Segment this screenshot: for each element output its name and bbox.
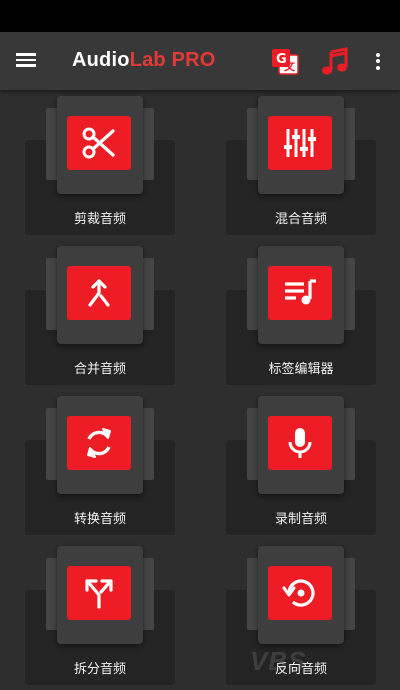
- tile-side: [343, 258, 355, 330]
- app-title: AudioLab PRO: [72, 49, 216, 72]
- tile-side: [142, 108, 154, 180]
- tile-side: [343, 408, 355, 480]
- tile-side: [343, 558, 355, 630]
- tool-tag-editor[interactable]: 标签编辑器: [201, 240, 400, 390]
- tools-grid: 剪裁音频 混合音频 合并音频 标签编辑器 转换音频 录制音频 拆分音频 反向音频: [0, 90, 400, 686]
- sync-icon: [67, 416, 131, 470]
- tool-split-audio[interactable]: 拆分音频: [0, 540, 200, 690]
- music-note-icon[interactable]: [321, 47, 349, 77]
- tool-label: 合并音频: [73, 362, 126, 377]
- status-bar: [0, 0, 400, 32]
- tile-side: [142, 408, 154, 480]
- tool-label: 剪裁音频: [73, 212, 126, 227]
- app-title-part2: Lab: [129, 49, 166, 71]
- equalizer-icon: [268, 116, 332, 170]
- tool-mix-audio[interactable]: 混合音频: [201, 90, 400, 240]
- tile-side: [142, 258, 154, 330]
- split-icon: [67, 566, 131, 620]
- app-bar: AudioLab PRO 文 G: [0, 32, 400, 90]
- tool-merge-audio[interactable]: 合并音频: [0, 240, 200, 390]
- svg-text:G: G: [276, 52, 287, 67]
- merge-icon: [67, 266, 131, 320]
- tool-label: 拆分音频: [73, 662, 126, 677]
- menu-icon[interactable]: [14, 50, 38, 72]
- tile-side: [343, 108, 355, 180]
- tool-record-audio[interactable]: 录制音频: [201, 390, 400, 540]
- microphone-icon: [268, 416, 332, 470]
- playlist-music-icon: [268, 266, 332, 320]
- app-title-part3: PRO: [165, 49, 216, 71]
- tile-side: [142, 558, 154, 630]
- tool-reverse-audio[interactable]: 反向音频: [201, 540, 400, 690]
- tool-label: 录制音频: [274, 512, 327, 527]
- tool-label: 混合音频: [274, 212, 327, 227]
- scissors-icon: [67, 116, 131, 170]
- tool-trim-audio[interactable]: 剪裁音频: [0, 90, 200, 240]
- tool-label: 反向音频: [274, 662, 327, 677]
- translate-icon[interactable]: 文 G: [270, 47, 300, 77]
- reverse-icon: [268, 566, 332, 620]
- tool-label: 标签编辑器: [268, 362, 334, 377]
- more-vert-icon[interactable]: [368, 50, 388, 74]
- tool-label: 转换音频: [73, 512, 126, 527]
- tool-convert-audio[interactable]: 转换音频: [0, 390, 200, 540]
- app-title-part1: Audio: [72, 49, 130, 71]
